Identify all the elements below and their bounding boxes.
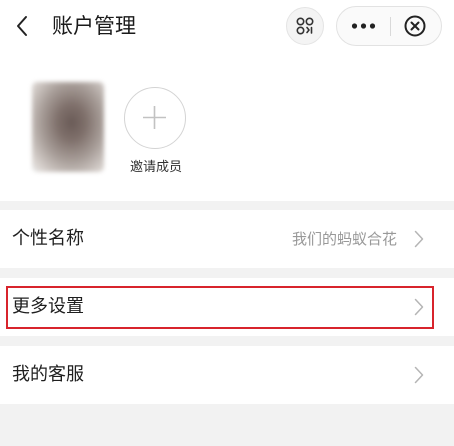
close-button[interactable] <box>391 7 441 45</box>
row-label: 个性名称 <box>12 228 84 249</box>
row-value: 我们的蚂蚁合花 <box>291 230 397 248</box>
more-dots-icon <box>351 23 376 29</box>
invite-member-button[interactable] <box>124 87 186 149</box>
member-avatar[interactable] <box>32 82 104 172</box>
page-title: 账户管理 <box>52 14 136 38</box>
chevron-right-icon <box>414 298 424 316</box>
row-nickname[interactable]: 个性名称 我们的蚂蚁合花 <box>0 210 454 268</box>
row-label: 我的客服 <box>12 364 84 385</box>
more-button[interactable] <box>337 7 390 45</box>
account-header-panel: 账户管理 邀请成员 <box>0 0 454 201</box>
chevron-right-icon <box>414 366 424 384</box>
back-chevron-icon[interactable] <box>10 10 40 42</box>
row-more-settings[interactable]: 更多设置 <box>0 278 454 336</box>
chevron-right-icon <box>414 230 424 248</box>
mini-program-capsule <box>336 6 442 46</box>
row-customer-service[interactable]: 我的客服 <box>0 346 454 404</box>
row-label: 更多设置 <box>12 296 84 317</box>
close-circle-icon <box>404 15 426 37</box>
plus-icon <box>143 106 166 129</box>
qr-code-icon <box>296 17 314 35</box>
invite-member-label: 邀请成员 <box>129 160 182 175</box>
qr-code-button[interactable] <box>286 7 324 45</box>
